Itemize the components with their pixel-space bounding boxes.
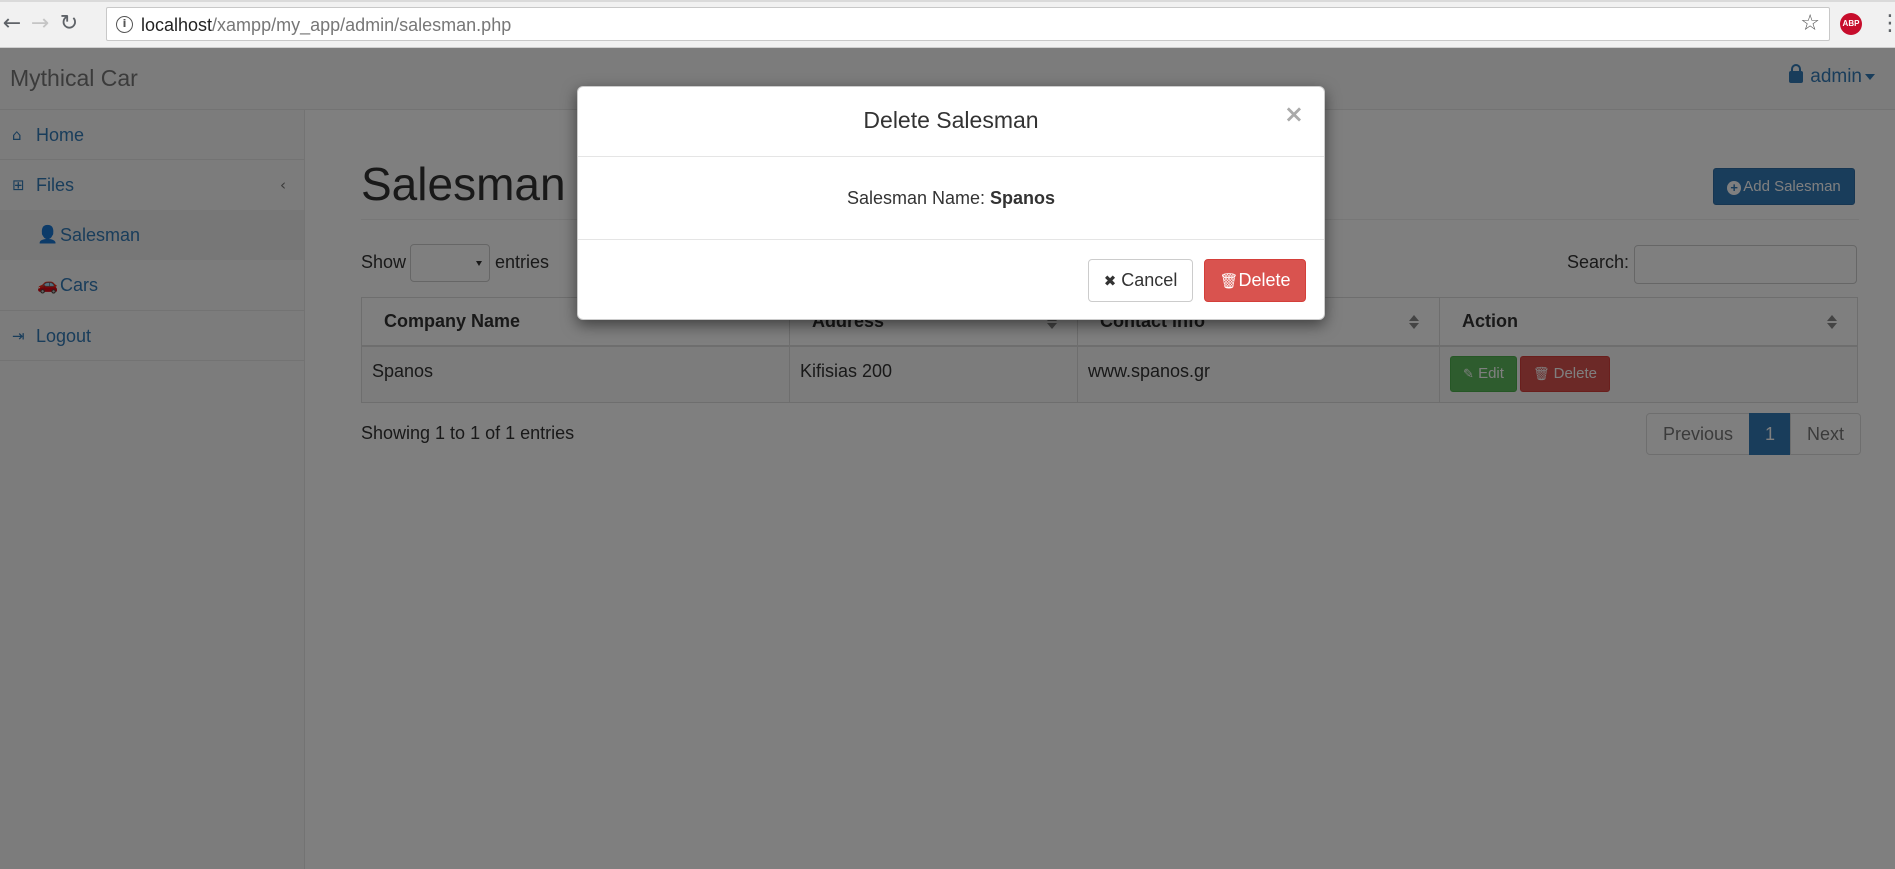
confirm-delete-button[interactable]: 🗑Delete xyxy=(1204,259,1306,302)
url-text[interactable]: localhost/xampp/my_app/admin/salesman.ph… xyxy=(141,15,511,36)
reload-icon[interactable]: ↻ xyxy=(57,12,81,36)
browser-menu-icon[interactable]: ⋮ xyxy=(1879,10,1895,38)
url-host: localhost xyxy=(141,15,213,35)
address-bar[interactable]: i localhost/xampp/my_app/admin/salesman.… xyxy=(106,7,1830,41)
bookmark-star-icon[interactable]: ☆ xyxy=(1800,11,1820,36)
confirm-delete-label: Delete xyxy=(1238,270,1291,290)
site-info-icon[interactable]: i xyxy=(116,16,133,33)
trash-icon: 🗑 xyxy=(1219,272,1239,290)
url-path: /xampp/my_app/admin/salesman.php xyxy=(212,15,512,35)
cancel-label: Cancel xyxy=(1121,270,1178,290)
modal-title: Delete Salesman xyxy=(863,107,1039,133)
modal-body: Salesman Name: Spanos xyxy=(578,157,1324,239)
cancel-button[interactable]: ✖ Cancel xyxy=(1088,259,1193,302)
modal-footer: ✖ Cancel 🗑Delete xyxy=(578,239,1324,321)
tab-strip xyxy=(0,0,1895,2)
modal-header: Delete Salesman × xyxy=(578,87,1324,157)
close-icon: ✖ xyxy=(1103,272,1117,290)
salesman-name-value: Spanos xyxy=(990,188,1056,208)
forward-icon[interactable]: → xyxy=(28,12,52,36)
delete-salesman-modal: Delete Salesman × Salesman Name: Spanos … xyxy=(577,86,1325,320)
adblock-icon[interactable]: ABP xyxy=(1840,13,1862,35)
close-icon[interactable]: × xyxy=(1284,100,1304,128)
browser-toolbar: ← → ↻ i localhost/xampp/my_app/admin/sal… xyxy=(0,0,1895,48)
salesman-name-label: Salesman Name: xyxy=(846,188,986,208)
back-icon[interactable]: ← xyxy=(0,12,24,36)
